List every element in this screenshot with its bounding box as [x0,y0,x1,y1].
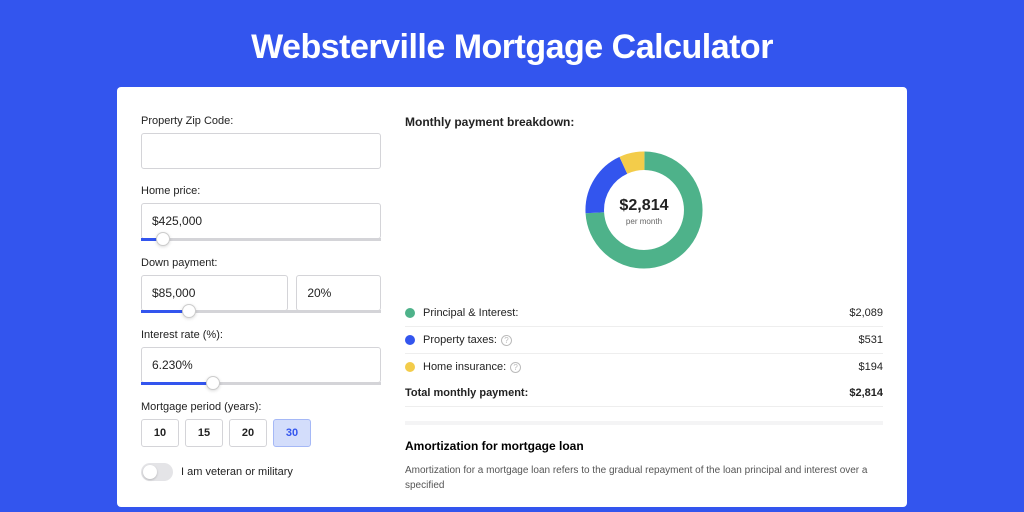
breakdown-column: Monthly payment breakdown: $2,814 per mo… [405,115,883,507]
price-label: Home price: [141,185,381,197]
down-group: Down payment: [141,257,381,313]
breakdown-label: Principal & Interest: [423,307,849,319]
rate-input[interactable] [141,347,381,383]
breakdown-value: $2,089 [849,307,883,319]
price-group: Home price: [141,185,381,241]
breakdown-title: Monthly payment breakdown: [405,115,883,129]
period-label: Mortgage period (years): [141,401,381,413]
down-label: Down payment: [141,257,381,269]
breakdown-value: $194 [859,361,883,373]
breakdown-label: Home insurance:? [423,361,859,373]
legend-dot [405,335,415,345]
veteran-row: I am veteran or military [141,463,381,481]
donut-center-sub: per month [626,217,662,226]
legend-dot [405,308,415,318]
legend-dot [405,362,415,372]
period-button-10[interactable]: 10 [141,419,179,447]
total-row: Total monthly payment: $2,814 [405,380,883,407]
period-button-30[interactable]: 30 [273,419,311,447]
slider-thumb[interactable] [182,304,196,318]
veteran-label: I am veteran or military [181,466,293,478]
veteran-toggle[interactable] [141,463,173,481]
toggle-knob [143,465,157,479]
rate-group: Interest rate (%): [141,329,381,385]
rate-label: Interest rate (%): [141,329,381,341]
rate-slider[interactable] [141,382,381,385]
inputs-column: Property Zip Code: Home price: Down paym… [141,115,381,507]
down-slider[interactable] [141,310,381,313]
breakdown-row-principal: Principal & Interest:$2,089 [405,300,883,327]
donut-center-value: $2,814 [619,196,668,214]
amortization-text: Amortization for a mortgage loan refers … [405,463,883,493]
breakdown-label: Property taxes:? [423,334,859,346]
page-title: Websterville Mortgage Calculator [0,0,1024,87]
total-label: Total monthly payment: [405,387,849,399]
breakdown-row-taxes: Property taxes:?$531 [405,327,883,354]
info-icon[interactable]: ? [510,362,521,373]
total-value: $2,814 [849,387,883,399]
slider-thumb[interactable] [156,232,170,246]
period-button-20[interactable]: 20 [229,419,267,447]
zip-label: Property Zip Code: [141,115,381,127]
breakdown-row-insurance: Home insurance:?$194 [405,354,883,380]
amortization-section: Amortization for mortgage loan Amortizat… [405,421,883,493]
info-icon[interactable]: ? [501,335,512,346]
amortization-title: Amortization for mortgage loan [405,439,883,453]
zip-input[interactable] [141,133,381,169]
down-pct-input[interactable] [296,275,381,311]
price-input[interactable] [141,203,381,239]
breakdown-value: $531 [859,334,883,346]
period-group: Mortgage period (years): 10152030 [141,401,381,447]
down-amount-input[interactable] [141,275,288,311]
donut-chart: $2,814 per month [405,145,883,280]
calculator-card: Property Zip Code: Home price: Down paym… [117,87,907,507]
price-slider[interactable] [141,238,381,241]
zip-group: Property Zip Code: [141,115,381,169]
slider-thumb[interactable] [206,376,220,390]
period-button-15[interactable]: 15 [185,419,223,447]
